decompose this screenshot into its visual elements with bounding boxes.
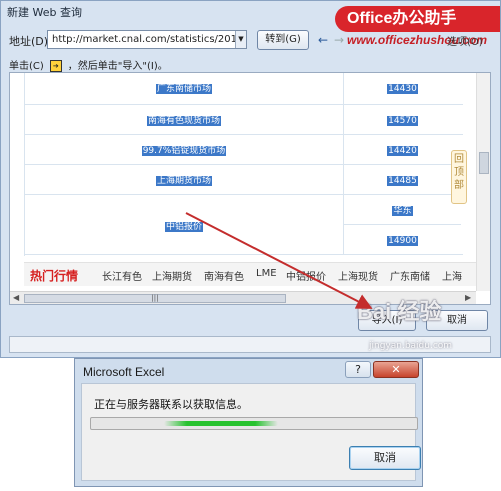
scroll-left-icon[interactable]: ◀ <box>13 293 19 302</box>
back-arrow-icon[interactable]: ← <box>315 32 331 48</box>
hot-quotes-label[interactable]: 热门行情 <box>30 267 78 284</box>
side-tab-char: 回 <box>454 154 464 165</box>
nav-item[interactable]: 上海期货 <box>152 268 192 283</box>
market-value[interactable]: 14485 <box>387 176 418 186</box>
brand-badge: Office办公助手 <box>335 6 500 32</box>
scroll-thumb[interactable]: ||| <box>24 294 286 303</box>
address-dropdown-button[interactable]: ▼ <box>235 31 246 48</box>
market-name[interactable]: 中铝报价 <box>164 222 203 232</box>
web-query-dialog: 新建 Web 查询 Office办公助手 www.officezhushou.c… <box>0 0 501 358</box>
price-table: 广东南储市场 14430 南海有色现货市场 14570 99.7%铝锭现货市场 … <box>24 73 463 256</box>
table-row: 广东南储市场 14430 <box>25 73 463 105</box>
watermark-logo: Bai 经验 <box>357 299 442 324</box>
market-region[interactable]: 华东 <box>392 206 413 216</box>
progress-fill <box>164 421 278 426</box>
back-to-top-tab[interactable]: 回 顶 部 <box>451 150 467 204</box>
hint-row: 单击(C) ➔ ，然后单击"导入"(I)。 <box>9 57 168 72</box>
close-icon[interactable]: ✕ <box>373 361 419 378</box>
address-input[interactable]: http://market.cnal.com/statistics/2013/ <box>47 30 247 49</box>
scroll-thumb[interactable] <box>479 152 489 174</box>
excel-dialog-title: Microsoft Excel <box>83 365 165 379</box>
nav-item[interactable]: 长江有色 <box>102 268 142 283</box>
hint-prefix: 单击(C) <box>9 61 44 72</box>
progress-bar <box>90 417 418 430</box>
market-name[interactable]: 广东南储市场 <box>155 84 212 94</box>
table-row: 南海有色现货市场 14570 <box>25 105 463 135</box>
nav-item[interactable]: 上海现货 <box>338 268 378 283</box>
address-label: 地址(D): <box>9 35 52 48</box>
vertical-scrollbar[interactable] <box>476 73 490 291</box>
side-tab-char: 部 <box>454 180 464 191</box>
chevron-down-icon: ▼ <box>238 35 244 43</box>
nav-item[interactable]: LME <box>256 268 277 279</box>
nav-item[interactable]: 中铝报价 <box>286 268 326 283</box>
web-content-pane[interactable]: 广东南储市场 14430 南海有色现货市场 14570 99.7%铝锭现货市场 … <box>9 72 491 305</box>
table-row: 中铝报价 华东 14900 <box>25 195 463 255</box>
table-row: 99.7%铝锭现货市场 14420 <box>25 135 463 165</box>
excel-cancel-button[interactable]: 取消 <box>349 446 421 470</box>
hint-suffix: ，然后单击"导入"(I)。 <box>67 61 168 72</box>
nav-item[interactable]: 上海 <box>442 268 462 283</box>
market-value[interactable]: 14570 <box>387 116 418 126</box>
scroll-right-icon[interactable]: ▶ <box>465 293 471 302</box>
nav-item[interactable]: 广东南储 <box>390 268 430 283</box>
market-value[interactable]: 14430 <box>387 84 418 94</box>
watermark-url: jingyan.baidu.com <box>369 341 453 351</box>
market-value[interactable]: 14420 <box>387 146 418 156</box>
market-name[interactable]: 99.7%铝锭现货市场 <box>141 146 227 156</box>
market-name[interactable]: 上海期货市场 <box>155 176 212 186</box>
forward-arrow-icon[interactable]: → <box>331 32 347 48</box>
excel-progress-dialog: Microsoft Excel ? ✕ 正在与服务器联系以获取信息。 取消 <box>74 358 423 487</box>
excel-dialog-body: 正在与服务器联系以获取信息。 取消 <box>81 383 421 481</box>
address-value: http://market.cnal.com/statistics/2013/ <box>52 34 247 45</box>
progress-message: 正在与服务器联系以获取信息。 <box>94 398 248 411</box>
yellow-arrow-icon: ➔ <box>49 60 62 72</box>
help-icon[interactable]: ? <box>345 361 371 378</box>
dialog-title: 新建 Web 查询 <box>7 6 82 19</box>
nav-item[interactable]: 南海有色 <box>204 268 244 283</box>
options-button[interactable]: 选项(O) <box>447 33 483 48</box>
market-value[interactable]: 14900 <box>387 236 418 246</box>
market-nav-strip: 热门行情 长江有色 上海期货 南海有色 LME 中铝报价 上海现货 广东南储 上… <box>24 262 476 286</box>
goto-button[interactable]: 转到(G) <box>257 30 309 50</box>
market-name[interactable]: 南海有色现货市场 <box>146 116 221 126</box>
side-tab-char: 顶 <box>454 167 464 178</box>
table-row: 上海期货市场 14485 <box>25 165 463 195</box>
